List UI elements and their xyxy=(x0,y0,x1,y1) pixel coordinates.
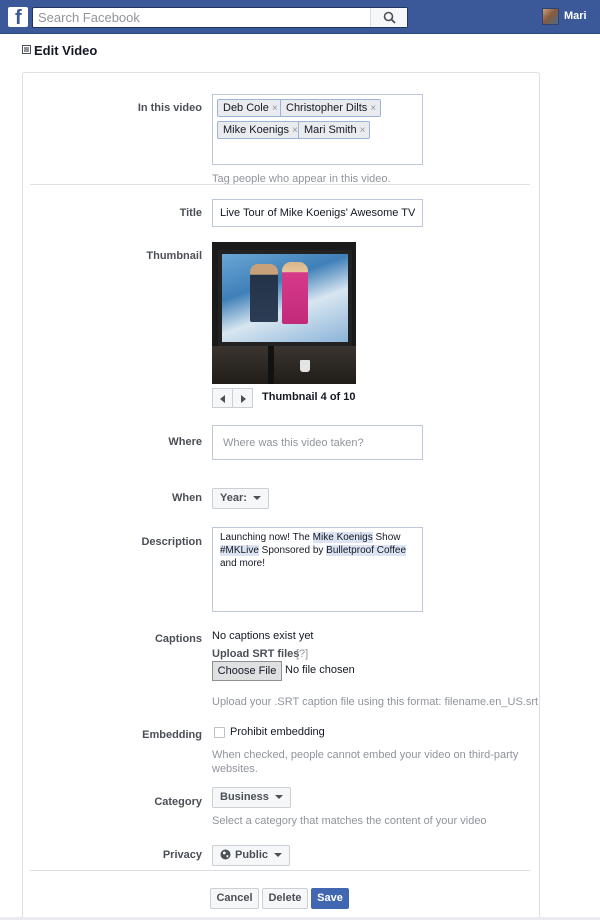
next-thumbnail-button[interactable] xyxy=(232,388,253,408)
description-text: and more! xyxy=(220,558,266,569)
year-select[interactable]: Year: xyxy=(212,488,269,509)
tag-people-input[interactable]: Deb Cole × Christopher Dilts × Mike Koenig… xyxy=(212,94,423,165)
upload-srt-label: Upload SRT files xyxy=(212,648,300,660)
search-button[interactable] xyxy=(370,8,407,27)
section-divider xyxy=(30,184,530,185)
thumbnail-counter: Thumbnail 4 of 10 xyxy=(262,391,356,403)
tag-token: Deb Cole × xyxy=(217,99,283,117)
category-select-value: Business xyxy=(220,791,269,803)
avatar xyxy=(542,8,559,25)
remove-tag-icon[interactable]: × xyxy=(370,103,376,114)
title-input[interactable] xyxy=(212,199,423,227)
cancel-button[interactable]: Cancel xyxy=(210,888,259,909)
search-box xyxy=(32,7,408,28)
prohibit-embedding-label[interactable]: Prohibit embedding xyxy=(230,726,325,738)
embedding-hint: When checked, people cannot embed your v… xyxy=(212,749,519,761)
description-mention[interactable]: Mike Koenigs xyxy=(312,532,373,543)
embedding-label: Embedding xyxy=(142,729,202,741)
privacy-label: Privacy xyxy=(162,849,202,861)
page-title: Edit Video xyxy=(34,43,98,58)
tag-token: Christopher Dilts × xyxy=(280,99,382,117)
choose-file-button[interactable]: Choose File xyxy=(212,661,282,681)
user-name: Mari xyxy=(564,10,587,22)
save-button[interactable]: Save xyxy=(311,888,349,909)
tags-label: In this video xyxy=(137,102,202,114)
description-textarea[interactable]: Launching now! The Mike Koenigs Show #MKL… xyxy=(212,527,423,612)
embedding-hint: websites. xyxy=(212,763,258,775)
tag-name: Mari Smith xyxy=(304,124,357,136)
chevron-down-icon xyxy=(274,795,283,799)
chevron-down-icon xyxy=(274,853,283,857)
captions-format-hint: Upload your .SRT caption file using this… xyxy=(212,696,539,708)
title-label: Title xyxy=(179,207,202,219)
tag-token: Mari Smith × xyxy=(298,121,371,139)
chevron-left-icon xyxy=(220,395,225,403)
video-thumbnail-image[interactable] xyxy=(212,242,356,384)
no-file-chosen-text: No file chosen xyxy=(285,664,355,676)
top-navigation-bar: f Mari xyxy=(0,0,600,34)
category-select[interactable]: Business xyxy=(212,787,291,808)
location-input[interactable] xyxy=(212,425,423,460)
search-input[interactable] xyxy=(33,8,371,27)
category-hint: Select a category that matches the conte… xyxy=(212,815,487,827)
delete-button[interactable]: Delete xyxy=(262,888,308,909)
description-text: Show xyxy=(372,532,401,543)
captions-label: Captions xyxy=(154,633,202,645)
tag-name: Deb Cole xyxy=(223,102,269,114)
remove-tag-icon[interactable]: × xyxy=(272,103,278,114)
category-label: Category xyxy=(154,796,202,808)
when-label: When xyxy=(172,492,202,504)
chevron-down-icon xyxy=(252,496,261,500)
captions-status: No captions exist yet xyxy=(212,630,314,642)
globe-icon xyxy=(220,849,231,860)
thumbnail-person-right xyxy=(282,262,308,324)
tag-token: Mike Koenigs × xyxy=(217,121,303,139)
previous-thumbnail-button[interactable] xyxy=(212,388,233,408)
remove-tag-icon[interactable]: × xyxy=(360,125,366,136)
section-divider xyxy=(30,870,530,871)
video-icon xyxy=(22,45,31,54)
description-mention[interactable]: Bulletproof Coffee xyxy=(326,545,407,556)
search-icon xyxy=(383,11,396,24)
upload-help-link[interactable]: [?] xyxy=(296,648,308,660)
thumbnail-desk xyxy=(212,346,356,384)
tag-name: Mike Koenigs xyxy=(223,124,290,136)
chevron-right-icon xyxy=(241,395,246,403)
description-text: Sponsored by xyxy=(258,545,327,556)
thumbnail-mug xyxy=(300,360,310,372)
thumbnail-person-left xyxy=(250,264,278,322)
thumbnail-stand xyxy=(268,346,274,384)
tag-name: Christopher Dilts xyxy=(286,102,368,114)
where-label: Where xyxy=(168,436,202,448)
facebook-logo-icon[interactable]: f xyxy=(8,7,28,27)
prohibit-embedding-checkbox[interactable] xyxy=(214,727,225,738)
description-hashtag[interactable]: #MKLive xyxy=(220,545,259,556)
privacy-select[interactable]: Public xyxy=(212,845,291,866)
remove-tag-icon[interactable]: × xyxy=(292,125,298,136)
description-label: Description xyxy=(141,536,202,548)
privacy-select-value: Public xyxy=(235,849,269,861)
description-text: Launching now! The xyxy=(220,532,313,543)
thumbnail-label: Thumbnail xyxy=(146,250,202,262)
year-select-value: Year: xyxy=(220,492,247,504)
